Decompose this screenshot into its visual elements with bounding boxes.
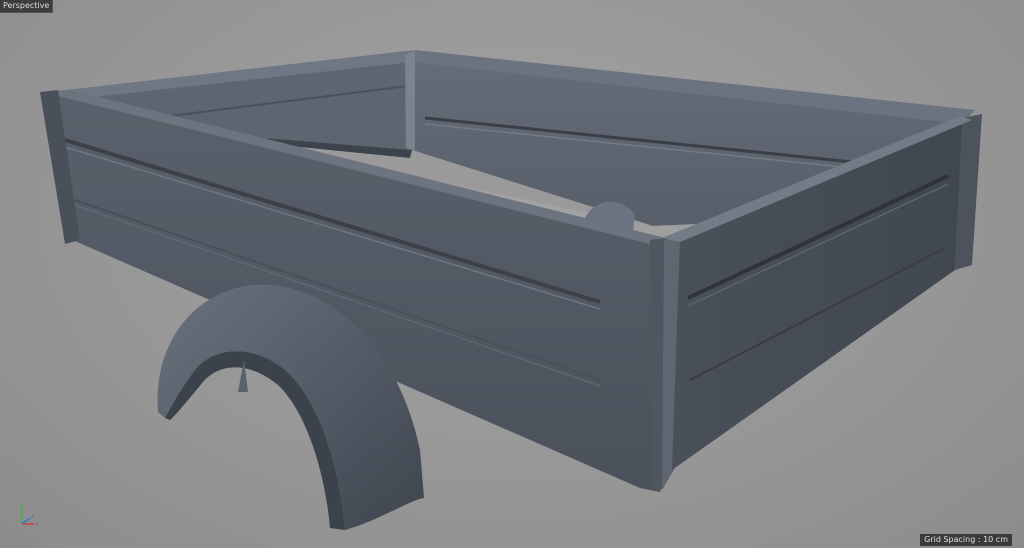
grid-spacing-readout: Grid Spacing : 10 cm xyxy=(920,534,1012,546)
truck-bed-model[interactable] xyxy=(0,0,1024,548)
3d-viewport[interactable]: Perspective y x z Grid Spacing : 10 cm xyxy=(0,0,1024,548)
xyz-axis-icon: y x z xyxy=(20,502,38,528)
svg-text:z: z xyxy=(31,514,34,520)
svg-text:y: y xyxy=(20,502,23,508)
svg-text:x: x xyxy=(35,522,38,528)
viewport-label[interactable]: Perspective xyxy=(0,0,54,13)
corner-post-back xyxy=(405,50,415,150)
